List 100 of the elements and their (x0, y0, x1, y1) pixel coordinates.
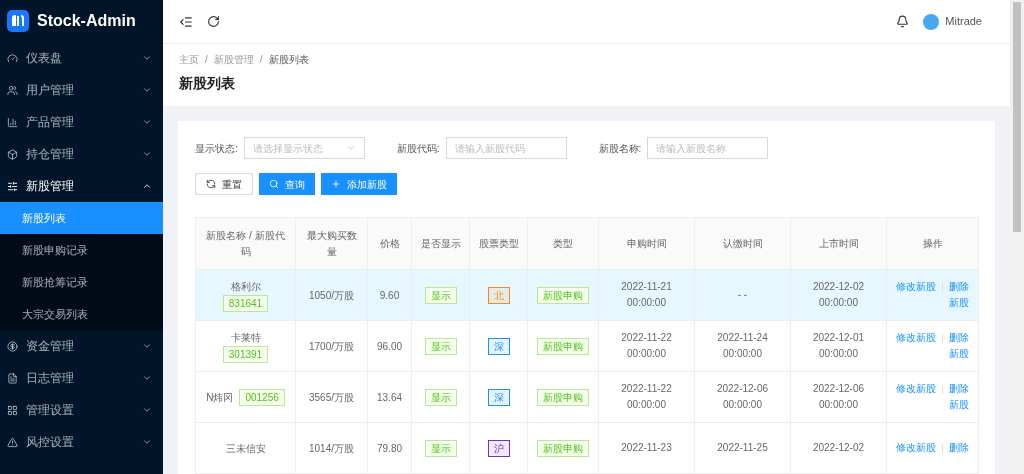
caret-icon (142, 341, 152, 351)
table-cell-text: 2022-11-25 (716, 441, 769, 455)
table-cell-text: 2022-12-01 00:00:00 (811, 331, 866, 361)
sidebar-item[interactable]: 持仓管理 (0, 138, 163, 170)
sidebar-item[interactable]: 资金管理 (0, 330, 163, 362)
market-tag: 深 (487, 388, 510, 406)
input-field[interactable]: 请输入新股代码 (445, 137, 567, 159)
sidebar-subitem[interactable]: 新股抢筹记录 (0, 266, 163, 298)
market-tag: 沪 (487, 439, 510, 457)
column-header: 认缴时间 (694, 217, 791, 270)
status-tag: 显示 (424, 388, 457, 406)
caret-icon (142, 437, 152, 447)
sidebar-subitem[interactable]: 大宗交易列表 (0, 298, 163, 330)
delete-link[interactable]: 删除新股 (948, 381, 970, 413)
table-cell: 13.64 (377, 391, 402, 403)
table-cell: 79.80 (377, 442, 402, 454)
caret-icon (142, 373, 152, 383)
document-icon (7, 372, 18, 384)
table-cell-text: 2022-12-02 00:00:00 (811, 280, 866, 310)
table-cell-text: 2022-12-02 (811, 441, 866, 455)
table-row[interactable]: 卡莱特 301391 1700/万股 96.00 显示 深 新股申购 2022-11-22 00:00:00 2022-11-24 00:00:00 2022-12-01 00:00:00 修改新股 删除新股 (195, 320, 979, 372)
sidebar-item[interactable]: 用户管理 (0, 74, 163, 106)
table-row[interactable]: N炜冈 001256 3565/万股 13.64 显示 深 新股申购 2022-11-22 00:00:00 2022-12-06 00:00:00 2022-12-06 00:00:00 修改新股 删除新股 (195, 371, 979, 423)
breadcrumb-separator: / (259, 53, 263, 67)
sidebar-item[interactable]: 日志管理 (0, 362, 163, 394)
user-name[interactable]: Mitrade (945, 13, 982, 30)
status-tag: 显示 (424, 439, 457, 457)
edit-link[interactable]: 修改新股 (895, 330, 936, 346)
breadcrumb-separator: / (205, 53, 208, 67)
stock-name: 格利尔 (230, 279, 261, 294)
caret-icon (142, 53, 152, 63)
column-header: 价格 (367, 217, 412, 270)
stock-name: N炜冈 (206, 390, 234, 405)
box-icon (7, 148, 18, 160)
table-cell-text: 2022-11-23 (620, 441, 673, 455)
sidebar-subitem[interactable]: 新股申购记录 (0, 234, 163, 266)
reset-button[interactable]: 重置 (195, 173, 253, 195)
table-cell-text: 2022-11-24 00:00:00 (716, 331, 769, 361)
sidebar-item[interactable]: 产品管理 (0, 106, 163, 138)
table-cell-text: 2022-11-21 00:00:00 (620, 280, 673, 310)
caret-icon (345, 143, 356, 153)
input-field[interactable]: 请输入新股名称 (647, 137, 769, 159)
table-cell-text: - - (736, 288, 749, 302)
column-header: 最大购买数量 (295, 217, 368, 270)
caret-icon (142, 85, 152, 95)
table-cell: 1700/万股 (309, 340, 354, 352)
brand-name: Stock-Admin (37, 11, 136, 31)
caret-icon (142, 405, 152, 415)
sidebar-item[interactable]: 仪表盘 (0, 42, 163, 74)
table-cell: 96.00 (377, 340, 402, 352)
delete-link[interactable]: 删除新股 (948, 330, 970, 362)
market-tag: 北 (487, 286, 510, 304)
table-cell: 1050/万股 (309, 289, 354, 301)
edit-link[interactable]: 修改新股 (895, 440, 936, 456)
column-header: 类型 (527, 217, 599, 270)
stock-code-tag: 831641 (222, 294, 269, 312)
page-title: 新股列表 (179, 74, 236, 93)
caret-icon (142, 149, 152, 159)
filter-label: 新股代码: (396, 141, 440, 156)
status-tag: 显示 (424, 337, 457, 355)
sidebar-item[interactable]: 风控设置 (0, 426, 163, 458)
logo-icon (7, 10, 29, 32)
table-cell: 3565/万股 (309, 391, 354, 403)
sidebar-item[interactable]: 新股管理 (0, 170, 163, 202)
notification-icon[interactable] (896, 15, 910, 28)
gauge-icon (7, 52, 18, 64)
collapse-menu-icon[interactable] (179, 14, 193, 29)
type-tag: 新股申购 (537, 439, 589, 457)
filter-label: 显示状态: (195, 141, 238, 156)
stock-code-tag: 001256 (239, 388, 285, 406)
breadcrumb-link[interactable]: 新股列表 (268, 52, 309, 67)
table-cell-text: 2022-12-06 00:00:00 (811, 382, 866, 412)
warning-icon (7, 436, 18, 448)
table-cell-text: 2022-11-22 00:00:00 (620, 331, 673, 361)
bar-chart-icon (7, 116, 18, 128)
type-tag: 新股申购 (537, 388, 589, 406)
refresh-icon[interactable] (207, 15, 220, 28)
reset-icon (206, 179, 216, 189)
avatar[interactable] (923, 13, 940, 30)
stock-code-tag: 301391 (222, 345, 269, 363)
edit-link[interactable]: 修改新股 (895, 381, 936, 397)
delete-link[interactable]: 删除 (948, 440, 970, 456)
status-tag: 显示 (424, 286, 457, 304)
type-tag: 新股申购 (537, 286, 589, 304)
column-header: 上市时间 (790, 217, 887, 270)
table-row[interactable]: 三未信安 1014/万股 79.80 显示 沪 新股申购 2022-11-23 2022-11-25 2022-12-02 修改新股 删除 (195, 422, 979, 474)
sidebar-item[interactable]: 管理设置 (0, 394, 163, 426)
search-icon (269, 179, 279, 189)
column-header: 是否显示 (411, 217, 470, 270)
table-cell-text: 2022-11-22 00:00:00 (620, 382, 673, 412)
table-cell: 1014/万股 (309, 442, 354, 454)
column-header: 申购时间 (598, 217, 695, 270)
filter-label: 新股名称: (598, 141, 642, 156)
table-cell-text: 2022-12-06 00:00:00 (715, 382, 770, 412)
sliders-icon (7, 180, 18, 192)
caret-icon (142, 117, 152, 127)
caret-icon (142, 181, 152, 191)
table-cell: 9.60 (379, 289, 400, 301)
dollar-icon (7, 340, 18, 352)
market-tag: 深 (487, 337, 510, 355)
